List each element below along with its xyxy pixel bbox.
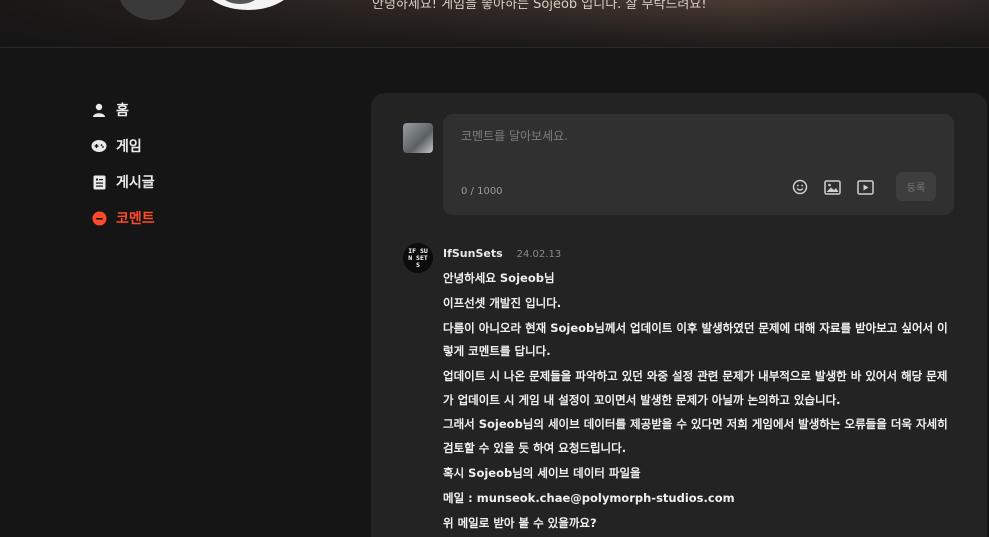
commenter-avatar[interactable]: IF SUN SETS — [403, 243, 433, 273]
comment-editor[interactable]: 코멘트를 달아보세요. 0 / 1000 등록 — [443, 114, 954, 215]
comment-author[interactable]: IfSunSets — [443, 247, 503, 260]
sidebar-item-label: 코멘트 — [116, 211, 155, 227]
comment-icon — [90, 209, 108, 227]
banner-decoration — [118, 0, 188, 20]
comment-body: 안녕하세요 Sojeob님 이프선셋 개발진 입니다. 다름이 아니오라 현재 … — [443, 267, 957, 536]
current-user-avatar — [403, 123, 433, 153]
image-icon[interactable] — [822, 177, 842, 197]
comment-input[interactable]: 코멘트를 달아보세요. — [461, 127, 568, 144]
profile-bio: 안녕하세요! 게임을 좋아하는 Sojeob 입니다. 잘 부탁드려요! — [372, 0, 707, 12]
comment-paragraph: 위 메일로 받아 볼 수 있을까요? — [443, 515, 597, 530]
sidebar-item-posts[interactable]: 게시글 — [90, 164, 290, 200]
comment-header: IfSunSets 24.02.13 — [443, 247, 561, 260]
comment-paragraph: 다름이 아니오라 현재 Sojeob님께서 업데이트 이후 발생하였던 문제에 … — [443, 320, 948, 359]
profile-banner: 안녕하세요! 게임을 좋아하는 Sojeob 입니다. 잘 부탁드려요! — [0, 0, 989, 48]
comment-paragraph: 혹시 Sojeob님의 세이브 데이터 파일을 — [443, 465, 641, 480]
comment-paragraph: 안녕하세요 Sojeob님 — [443, 271, 555, 285]
emoji-icon[interactable] — [790, 177, 810, 197]
comment-email-line: 메일 : munseok.chae@polymorph-studios.com — [443, 490, 735, 505]
comment-paragraph: 이프선셋 개발진 입니다. — [443, 295, 562, 310]
video-icon[interactable] — [855, 177, 875, 197]
comment-paragraph: 업데이트 시 나온 문제들을 파악하고 있던 와중 설정 관련 문제가 내부적으… — [443, 369, 948, 407]
sidebar-item-comments[interactable]: 코멘트 — [90, 200, 290, 236]
comments-panel: 코멘트를 달아보세요. 0 / 1000 등록 IF SUN SETS IfSu… — [371, 93, 987, 537]
character-counter: 0 / 1000 — [461, 186, 503, 197]
commenter-avatar-text: IF SUN SETS — [408, 246, 428, 269]
sidebar-item-label: 게임 — [116, 139, 142, 155]
sidebar-item-label: 홈 — [116, 103, 129, 119]
comment-date: 24.02.13 — [516, 249, 562, 260]
comment-paragraph: 그래서 Sojeob님의 세이브 데이터를 제공받을 수 있다면 저희 게임에서… — [443, 417, 948, 455]
user-icon — [90, 101, 108, 119]
sidebar-item-games[interactable]: 게임 — [90, 128, 290, 164]
gamepad-icon — [90, 137, 108, 155]
document-icon — [90, 173, 108, 191]
submit-comment-button[interactable]: 등록 — [896, 172, 936, 201]
profile-avatar[interactable] — [200, 0, 296, 10]
sidebar-item-home[interactable]: 홈 — [90, 92, 290, 128]
sidebar-item-label: 게시글 — [116, 175, 155, 191]
sidebar-nav: 홈 게임 게시글 코멘트 — [90, 92, 290, 236]
